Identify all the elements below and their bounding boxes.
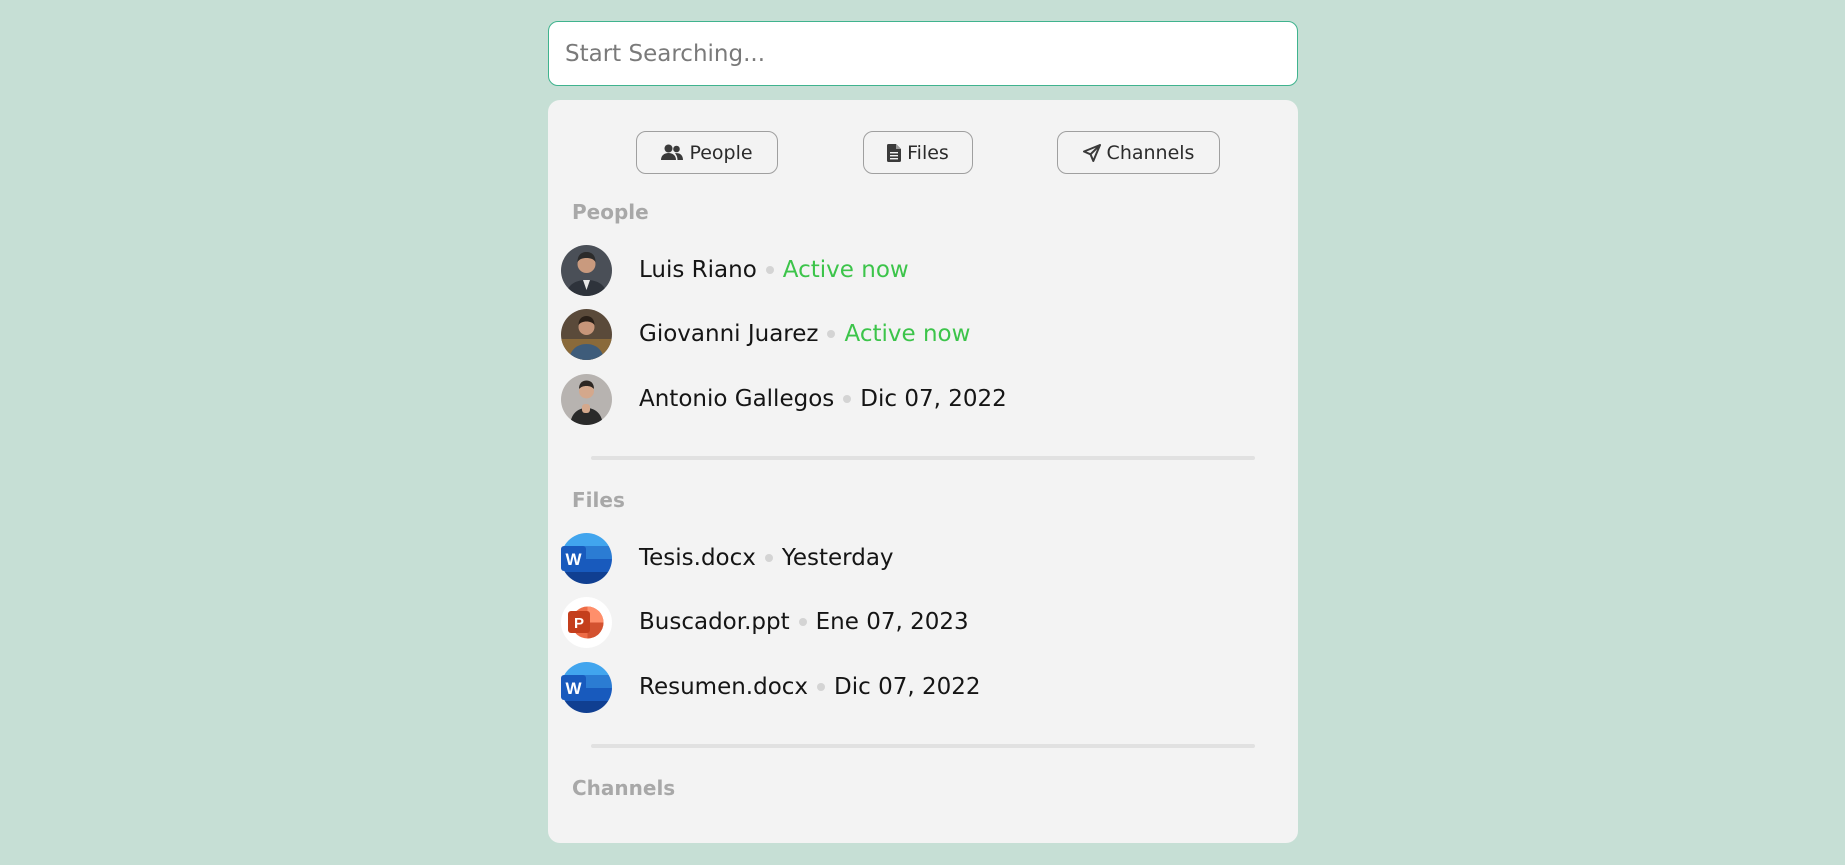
section-divider [591,456,1255,460]
date-text: Dic 07, 2022 [834,674,981,700]
people-section-title: People [572,200,649,224]
channels-section-title: Channels [572,776,676,800]
svg-text:W: W [565,679,582,698]
search-input[interactable] [548,21,1298,86]
word-icon: W [561,661,612,713]
file-row[interactable]: W Resumen.docx Dic 07, 2022 [561,661,1261,713]
person-row[interactable]: Giovanni Juarez Active now [561,308,1261,360]
filter-bar: People Files Channels [548,131,1298,174]
users-icon [661,144,684,161]
powerpoint-icon: P [561,596,612,648]
files-section-title: Files [572,488,625,512]
date-text: Ene 07, 2023 [815,609,969,635]
person-name: Luis Riano [639,257,757,283]
separator-dot [827,330,836,338]
file-row[interactable]: W Tesis.docx Yesterday [561,532,1261,584]
separator-dot [843,395,852,403]
filter-files-button[interactable]: Files [863,131,973,174]
status-text: Active now [782,257,909,283]
status-text: Active now [844,321,971,347]
send-icon [1082,143,1101,162]
filter-files-label: Files [907,141,949,164]
svg-text:W: W [565,550,582,569]
filter-channels-label: Channels [1106,141,1195,164]
word-icon: W [561,532,612,584]
svg-text:P: P [574,615,584,632]
results-panel: People Files Channels People Luis Riano … [548,100,1298,843]
separator-dot [798,618,807,626]
filter-people-label: People [689,141,753,164]
person-name: Giovanni Juarez [639,321,819,347]
file-name: Resumen.docx [639,674,809,700]
file-name: Tesis.docx [639,545,756,571]
avatar [561,373,612,425]
file-row[interactable]: P Buscador.ppt Ene 07, 2023 [561,596,1261,648]
section-divider [591,744,1255,748]
search-container: People Files [548,21,1298,843]
avatar [561,244,612,296]
file-icon [887,143,902,162]
date-text: Yesterday [781,545,894,571]
date-text: Dic 07, 2022 [860,386,1007,412]
person-row[interactable]: Antonio Gallegos Dic 07, 2022 [561,373,1261,425]
person-name: Antonio Gallegos [639,386,835,412]
separator-dot [764,554,773,562]
person-row[interactable]: Luis Riano Active now [561,244,1261,296]
file-name: Buscador.ppt [639,609,790,635]
filter-people-button[interactable]: People [636,131,778,174]
avatar [561,308,612,360]
separator-dot [817,683,826,691]
filter-channels-button[interactable]: Channels [1057,131,1220,174]
separator-dot [765,266,774,274]
